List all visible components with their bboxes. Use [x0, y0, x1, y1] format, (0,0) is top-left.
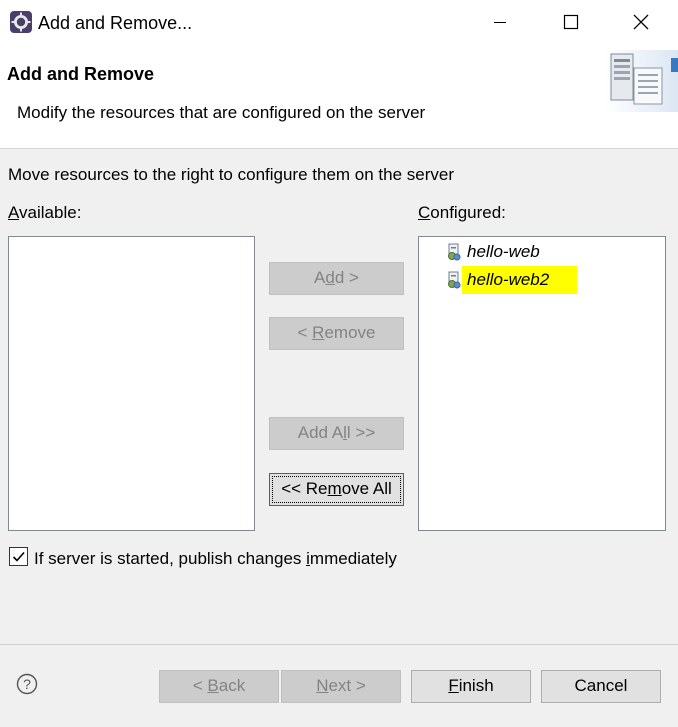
configured-label: Configured:	[418, 203, 506, 222]
footer-divider	[0, 644, 678, 645]
close-icon	[633, 14, 649, 30]
publish-immediately-label: If server is started, publish changes im…	[34, 549, 397, 568]
minimize-button[interactable]	[465, 0, 535, 46]
server-illustration-icon	[604, 50, 678, 112]
back-button[interactable]: < Back	[159, 670, 279, 703]
finish-button[interactable]: Finish	[411, 670, 531, 703]
web-module-icon	[448, 271, 461, 289]
remove-button[interactable]: < Remove	[269, 317, 404, 350]
instruction-text: Move resources to the right to configure…	[8, 165, 455, 184]
checkmark-icon	[12, 551, 25, 562]
next-button[interactable]: Next >	[281, 670, 401, 703]
remove-all-button[interactable]: << Remove All	[269, 473, 404, 506]
configured-item-label-selected: hello-web2	[462, 266, 578, 294]
available-label: Available:	[8, 203, 82, 222]
list-item[interactable]: hello-web	[446, 240, 546, 264]
available-list[interactable]	[8, 236, 255, 531]
add-all-button[interactable]: Add All >>	[269, 417, 404, 450]
web-module-icon	[448, 243, 461, 261]
minimize-icon	[494, 22, 506, 23]
page-description: Modify the resources that are configured…	[17, 103, 426, 122]
header-banner	[0, 46, 678, 149]
configured-item-label: hello-web	[467, 242, 540, 261]
cancel-button[interactable]: Cancel	[541, 670, 661, 703]
page-title: Add and Remove	[7, 64, 155, 84]
list-item[interactable]: hello-web2	[446, 266, 578, 294]
eclipse-server-icon	[10, 11, 32, 33]
publish-immediately-checkbox[interactable]	[9, 547, 28, 566]
svg-text:?: ?	[23, 676, 31, 692]
window-title: Add and Remove...	[38, 13, 193, 33]
close-button[interactable]	[607, 0, 677, 46]
add-button[interactable]: Add >	[269, 262, 404, 295]
maximize-button[interactable]	[535, 0, 605, 46]
help-icon[interactable]: ?	[16, 673, 38, 695]
maximize-icon	[563, 14, 579, 30]
